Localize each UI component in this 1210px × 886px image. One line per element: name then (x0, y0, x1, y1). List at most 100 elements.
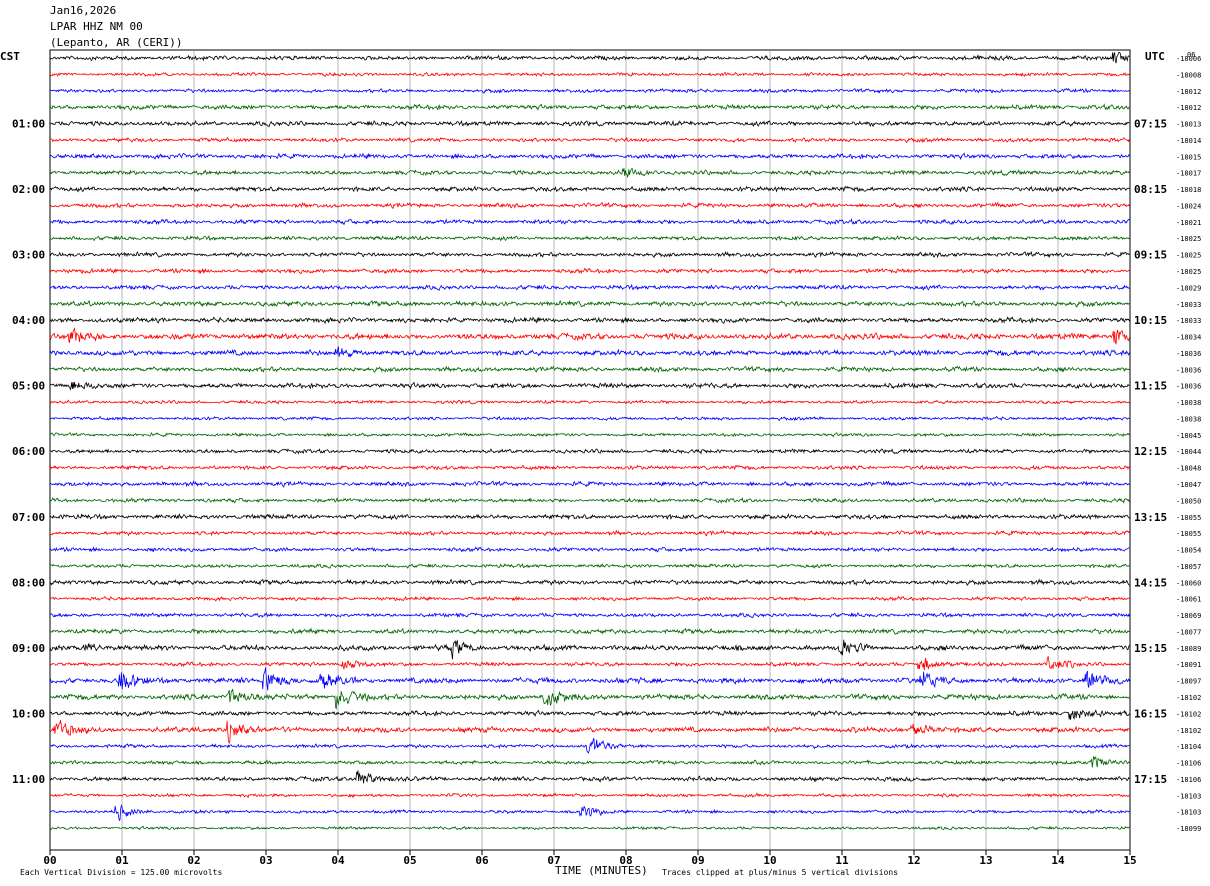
trace-offset-label: -18018 (1176, 186, 1201, 194)
trace-offset-label: -18036 (1176, 350, 1201, 358)
trace-offset-label: -18061 (1176, 596, 1201, 604)
seismic-trace (49, 415, 1130, 422)
trace-offset-label: -18033 (1176, 301, 1201, 309)
left-time-label: 10:00 (12, 707, 45, 720)
trace-offset-label: -18060 (1176, 579, 1201, 587)
seismic-trace (49, 51, 1130, 64)
left-time-label: 02:00 (12, 183, 45, 196)
trace-offset-label: -18089 (1176, 645, 1201, 653)
trace-offset-label: -18025 (1176, 268, 1201, 276)
seismic-trace (49, 688, 1130, 710)
seismic-trace (49, 119, 1130, 128)
right-time-label: 08:15 (1134, 183, 1167, 196)
left-time-label: 09:00 (12, 642, 45, 655)
trace-offset-label: -18029 (1176, 284, 1201, 292)
x-tick-label: 06 (475, 854, 489, 867)
trace-offset-label: -18038 (1176, 399, 1201, 407)
trace-offset-label: -18044 (1176, 448, 1201, 456)
trace-offset-label: -18025 (1176, 252, 1201, 260)
seismic-trace (49, 185, 1130, 193)
trace-offset-label: -18013 (1176, 121, 1201, 129)
seismic-trace (49, 709, 1130, 721)
x-tick-label: 11 (835, 854, 849, 867)
seismic-trace (49, 513, 1130, 521)
trace-offset-label: -18017 (1176, 170, 1201, 178)
trace-offset-label: -18048 (1176, 465, 1201, 473)
x-tick-label: 04 (331, 854, 345, 867)
right-time-label: 17:15 (1134, 773, 1167, 786)
seismic-trace (49, 201, 1130, 209)
trace-offset-label: -18103 (1176, 792, 1201, 800)
right-time-label: 07:15 (1134, 118, 1167, 131)
trace-offset-label: -18045 (1176, 432, 1201, 440)
left-time-label: 08:00 (12, 576, 45, 589)
seismic-trace (49, 327, 1130, 345)
trace-offset-label: -18054 (1176, 547, 1201, 555)
right-time-label: 13:15 (1134, 511, 1167, 524)
left-time-label: 03:00 (12, 249, 45, 262)
trace-offset-label: -18099 (1176, 825, 1201, 833)
trace-offset-label: -18050 (1176, 497, 1201, 505)
trace-offset-label: -18008 (1176, 71, 1201, 79)
seismic-trace (49, 316, 1130, 325)
left-time-label: 05:00 (12, 380, 45, 393)
seismic-trace (49, 480, 1130, 488)
seismic-trace (49, 804, 1130, 822)
seismic-trace (49, 136, 1130, 144)
left-time-label: 01:00 (12, 118, 45, 131)
seismic-trace (49, 655, 1130, 671)
scale-note: Each Vertical Division = 125.00 microvol… (20, 868, 223, 877)
trace-offset-label: -18012 (1176, 88, 1201, 96)
trace-offset-label: -18106 (1176, 760, 1201, 768)
left-time-label: 07:00 (12, 511, 45, 524)
trace-offset-label: -18024 (1176, 202, 1201, 210)
seismic-trace (49, 250, 1130, 259)
trace-offset-label: -18055 (1176, 530, 1201, 538)
trace-offset-label: -18091 (1176, 661, 1201, 669)
seismic-trace (49, 299, 1130, 308)
seismic-trace (49, 563, 1130, 569)
trace-offset-label: -18055 (1176, 514, 1201, 522)
seismic-trace (49, 639, 1130, 660)
x-tick-label: 14 (1051, 854, 1065, 867)
left-time-label: 06:00 (12, 445, 45, 458)
right-time-label: 11:15 (1134, 380, 1167, 393)
seismic-trace (49, 448, 1130, 455)
trace-offset-label: -18097 (1176, 678, 1201, 686)
left-time-label: 11:00 (12, 773, 45, 786)
seismic-trace (49, 267, 1130, 275)
clip-note: Traces clipped at plus/minus 5 vertical … (662, 868, 899, 877)
seismic-trace (49, 399, 1130, 405)
trace-offset-label: -18069 (1176, 612, 1201, 620)
trace-offset-label: -18036 (1176, 366, 1201, 374)
seismic-trace (49, 218, 1130, 226)
trace-offset-label: -18038 (1176, 415, 1201, 423)
x-axis-title: TIME (MINUTES) (555, 864, 648, 877)
seismic-trace (49, 103, 1130, 111)
x-tick-label: 00 (43, 854, 56, 867)
seismic-trace (49, 346, 1130, 359)
seismic-trace (49, 432, 1130, 438)
x-tick-label: 10 (763, 854, 776, 867)
right-time-label: 14:15 (1134, 576, 1167, 589)
seismic-trace (49, 168, 1130, 179)
right-time-label: 12:15 (1134, 445, 1167, 458)
trace-offset-label: -18036 (1176, 383, 1201, 391)
x-tick-label: 15 (1123, 854, 1136, 867)
x-tick-label: 03 (259, 854, 272, 867)
seismic-trace (49, 627, 1130, 636)
seismic-trace (49, 595, 1130, 602)
trace-offset-label: -18102 (1176, 727, 1201, 735)
trace-offset-label: -18025 (1176, 235, 1201, 243)
seismic-trace (49, 365, 1130, 374)
trace-offset-label: -18012 (1176, 104, 1201, 112)
x-tick-label: 05 (403, 854, 416, 867)
seismic-trace (49, 720, 1130, 745)
seismic-trace (49, 381, 1130, 391)
trace-offset-label: -18057 (1176, 563, 1201, 571)
seismic-trace (49, 546, 1130, 553)
seismic-trace (49, 792, 1130, 799)
x-tick-label: 09 (691, 854, 704, 867)
trace-offset-label: -18103 (1176, 809, 1201, 817)
trace-offset-label: -18104 (1176, 743, 1201, 751)
